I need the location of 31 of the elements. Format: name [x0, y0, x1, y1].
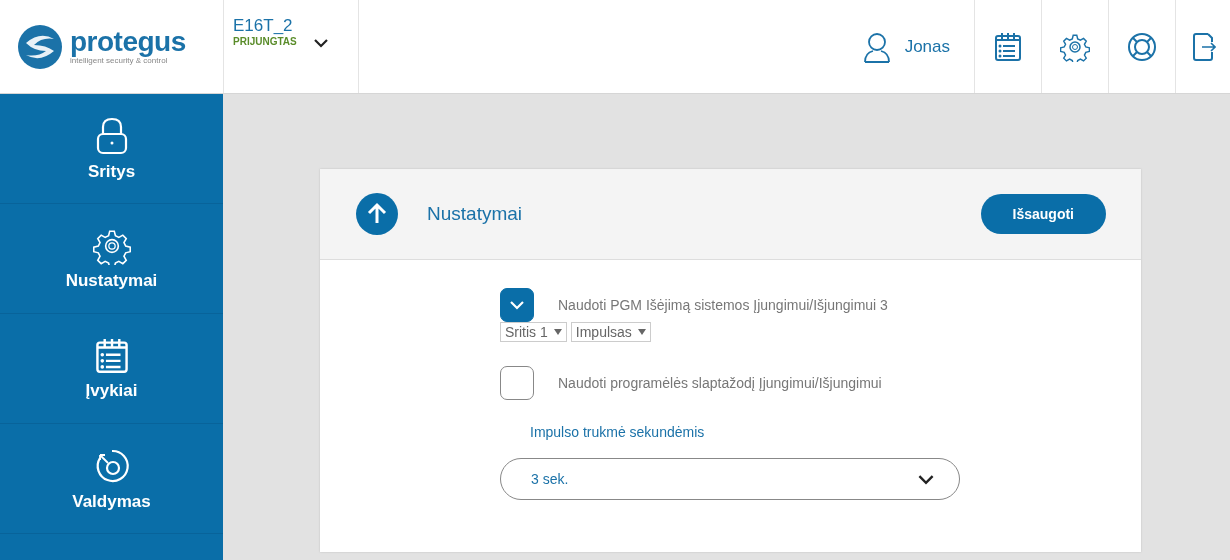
card-title: Nustatymai — [427, 203, 523, 225]
calendar-icon — [94, 336, 129, 375]
device-status: PRIJUNGTAS — [233, 36, 297, 47]
triangle-down-icon — [637, 329, 646, 335]
device-name: E16T_2 — [233, 16, 294, 36]
sidebar-item[interactable]: Nustatymai — [0, 204, 223, 314]
field-label: Impulso trukmė sekundėmis — [530, 424, 706, 440]
sidebar-item[interactable]: Valdymas — [0, 424, 223, 534]
calendar-icon[interactable] — [994, 31, 1022, 62]
sidebar-item[interactable]: Sritys — [0, 94, 223, 204]
check-chevron-icon — [509, 300, 525, 310]
logo-tagline: intelligent security & control — [70, 56, 168, 65]
lock-icon — [94, 115, 129, 156]
collapse-up-icon[interactable] — [355, 192, 399, 236]
sidebar-item[interactable]: Įvykiai — [0, 314, 223, 424]
save-button[interactable]: Išsaugoti — [980, 194, 1106, 234]
user-name[interactable]: Jonas — [904, 36, 950, 57]
select-dropdown[interactable]: Sritis 1 — [500, 322, 567, 342]
chevron-down-icon[interactable] — [312, 38, 329, 48]
triangle-down-icon — [553, 329, 562, 335]
user-icon[interactable] — [862, 30, 891, 63]
logout-icon[interactable] — [1192, 31, 1216, 62]
logo-icon — [16, 22, 64, 71]
logo-wordmark: protegus — [70, 28, 186, 56]
option-label: Naudoti PGM Išėjimą sistemos Įjungimui/Išjungimui 3 — [558, 297, 888, 313]
select-dropdown[interactable]: Impulsas — [570, 322, 651, 342]
lifebuoy-icon[interactable] — [1127, 31, 1157, 62]
chevron-down-icon — [917, 473, 935, 485]
checkbox[interactable] — [500, 366, 534, 400]
checkbox[interactable] — [500, 288, 534, 322]
option-label: Naudoti programėlės slaptažodį Įjungimui/Išjungimui — [558, 375, 882, 391]
